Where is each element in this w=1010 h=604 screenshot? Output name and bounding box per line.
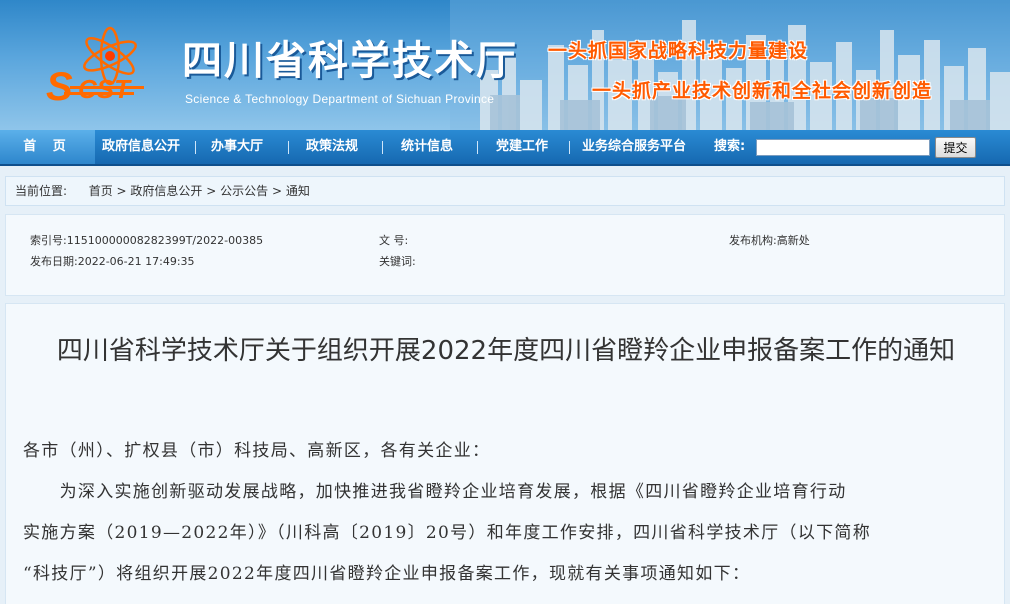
breadcrumb-prefix: 当前位置: xyxy=(15,184,68,198)
city-skyline-image xyxy=(450,0,1010,130)
breadcrumb-item-current[interactable]: 通知 xyxy=(286,184,310,198)
search-label: 搜索: xyxy=(714,139,746,154)
scst-logo: S CST xyxy=(46,26,144,109)
article-body-line: “科技厅”）将组织开展2022年度四川省瞪羚企业申报备案工作，现就有关事项通知如… xyxy=(23,564,751,584)
breadcrumb-separator: > xyxy=(268,184,286,198)
article-title: 四川省科学技术厅关于组织开展2022年度四川省瞪羚企业申报备案工作的通知 xyxy=(56,336,956,366)
meta-index: 索引号:11510000008282399T/2022-00385 xyxy=(30,232,263,248)
nav-separator xyxy=(195,141,196,154)
article-body-line: 为深入实施创新驱动发展战略，加快推进我省瞪羚企业培育发展，根据《四川省瞪羚企业培… xyxy=(23,482,847,502)
site-subtitle: Science & Technology Department of Sichu… xyxy=(185,92,495,106)
meta-doc-no: 文 号: xyxy=(379,232,408,248)
nav-home[interactable]: 首 页 xyxy=(0,130,95,164)
meta-publisher-label: 发布机构: xyxy=(729,234,777,247)
meta-publisher-value: 高新处 xyxy=(776,234,810,247)
nav-separator xyxy=(288,141,289,154)
breadcrumb: 当前位置: 首页 > 政府信息公开 > 公示公告 > 通知 xyxy=(5,176,1005,206)
nav-separator xyxy=(382,141,383,154)
meta-date-value: 2022-06-21 17:49:35 xyxy=(77,255,195,268)
breadcrumb-item-gov-info[interactable]: 政府信息公开 xyxy=(130,184,202,198)
article-content: 四川省科学技术厅关于组织开展2022年度四川省瞪羚企业申报备案工作的通知 各市（… xyxy=(5,303,1005,604)
nav-item-service-hall[interactable]: 办事大厅 xyxy=(211,130,263,164)
breadcrumb-item-notices[interactable]: 公示公告 xyxy=(220,184,268,198)
breadcrumb-separator: > xyxy=(112,184,131,198)
site-title: 四川省科学技术厅 xyxy=(182,38,518,84)
header-banner: S CST 四川省科学技术厅 Science & Technology Depa… xyxy=(0,0,1010,130)
nav-item-service-platform[interactable]: 业务综合服务平台 xyxy=(582,130,686,164)
nav-separator xyxy=(477,141,478,154)
main-nav: 首 页 政府信息公开 办事大厅 政策法规 统计信息 党建工作 业务综合服务平台 … xyxy=(0,130,1010,166)
nav-item-statistics[interactable]: 统计信息 xyxy=(401,130,453,164)
slogan-line-1: 一头抓国家战略科技力量建设 xyxy=(548,40,809,62)
article-body-line: 实施方案（2019—2022年）》（川科高〔2019〕20号）和年度工作安排，四… xyxy=(23,523,872,543)
article-salutation: 各市（州）、扩权县（市）科技局、高新区，各有关企业： xyxy=(23,441,491,461)
nav-item-gov-info[interactable]: 政府信息公开 xyxy=(102,130,180,164)
meta-keywords-label: 关键词: xyxy=(379,255,416,268)
meta-index-label: 索引号: xyxy=(30,234,67,247)
meta-date: 发布日期:2022-06-21 17:49:35 xyxy=(30,253,195,269)
svg-text:S: S xyxy=(46,65,73,109)
document-meta: 索引号:11510000008282399T/2022-00385 文 号: 发… xyxy=(5,214,1005,296)
search-submit-button[interactable]: 提交 xyxy=(935,137,976,158)
meta-date-label: 发布日期: xyxy=(30,255,78,268)
nav-separator xyxy=(569,141,570,154)
meta-index-value: 11510000008282399T/2022-00385 xyxy=(66,234,264,247)
meta-doc-no-label: 文 号: xyxy=(379,234,409,247)
nav-item-party[interactable]: 党建工作 xyxy=(496,130,548,164)
search-input[interactable] xyxy=(756,139,930,156)
breadcrumb-separator: > xyxy=(202,184,221,198)
breadcrumb-item-home[interactable]: 首页 xyxy=(89,184,113,198)
slogan-line-2: 一头抓产业技术创新和全社会创新创造 xyxy=(592,80,933,102)
meta-publisher: 发布机构:高新处 xyxy=(729,232,810,248)
nav-item-policy[interactable]: 政策法规 xyxy=(306,130,358,164)
meta-keywords: 关键词: xyxy=(379,253,416,269)
